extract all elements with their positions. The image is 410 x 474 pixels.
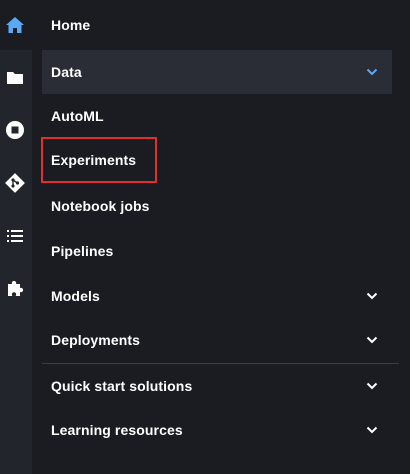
nav-item-quick-start-solutions[interactable]: Quick start solutions [42,364,392,408]
nav-label-home: Home [51,17,91,33]
nav-label-data: Data [51,64,82,80]
nav-item-learning-resources[interactable]: Learning resources [42,408,392,452]
chevron-down-icon[interactable] [366,292,378,300]
nav-item-pipelines[interactable]: Pipelines [42,229,392,273]
nav-item-automl[interactable]: AutoML [42,94,392,138]
nav-item-data[interactable]: Data [42,50,392,94]
nav-label-models: Models [51,288,100,304]
nav-item-models[interactable]: Models [42,274,392,318]
nav-label-quick-start-solutions: Quick start solutions [51,378,193,394]
icon-rail [0,0,32,474]
chevron-down-icon[interactable] [366,382,378,390]
studio-sidebar: Home Data AutoML Experiments Notebook jo… [0,0,410,474]
folder-icon[interactable] [4,66,26,88]
home-icon[interactable] [4,14,26,36]
list-icon[interactable] [4,225,26,247]
git-icon[interactable] [4,172,26,194]
stop-icon[interactable] [4,119,26,141]
nav-label-deployments: Deployments [51,332,141,348]
nav-label-pipelines: Pipelines [51,243,114,259]
navigation-panel: Home Data AutoML Experiments Notebook jo… [32,0,410,474]
nav-item-experiments[interactable]: Experiments [42,138,392,182]
nav-label-notebook-jobs: Notebook jobs [51,198,150,214]
nav-label-learning-resources: Learning resources [51,422,183,438]
nav-label-automl: AutoML [51,108,104,124]
chevron-down-icon[interactable] [366,426,378,434]
chevron-down-icon[interactable] [366,68,378,76]
nav-item-deployments[interactable]: Deployments [42,318,392,362]
nav-item-home[interactable]: Home [42,3,392,47]
puzzle-icon[interactable] [4,277,26,299]
nav-label-experiments: Experiments [51,152,137,168]
nav-item-notebook-jobs[interactable]: Notebook jobs [42,184,392,228]
chevron-down-icon[interactable] [366,336,378,344]
